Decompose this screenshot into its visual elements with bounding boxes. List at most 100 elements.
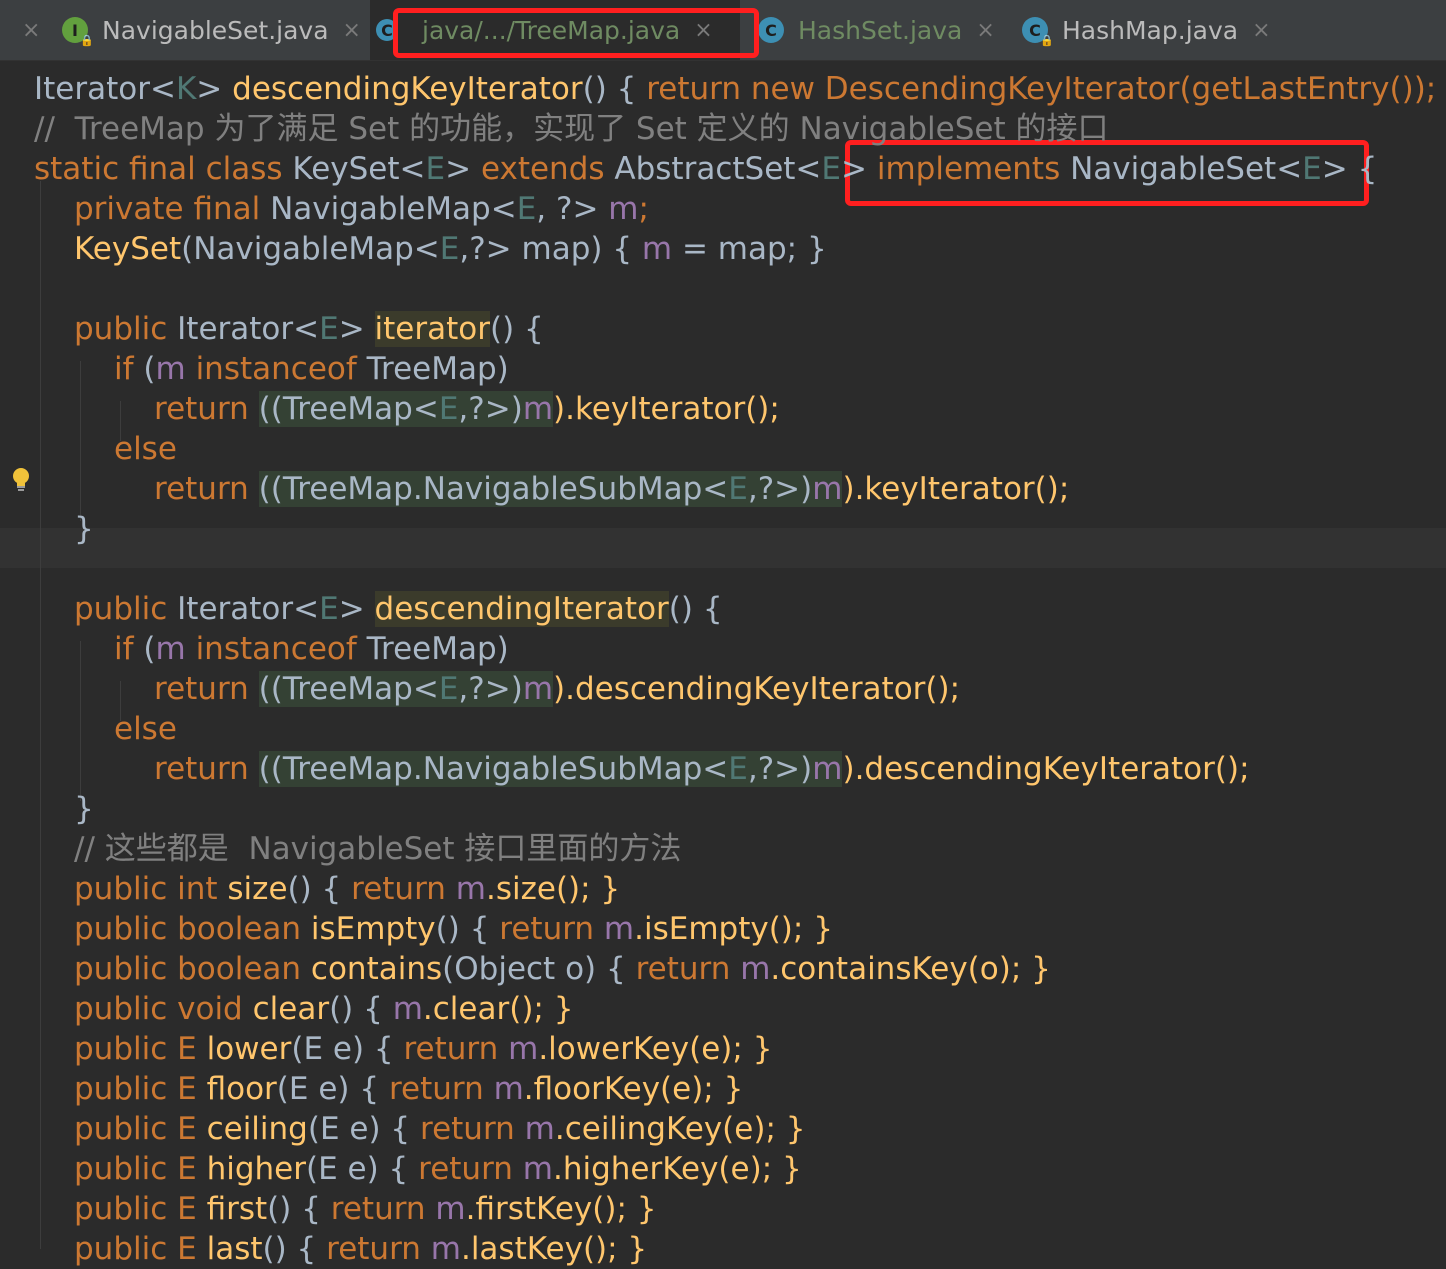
indent-guide [40,181,41,1249]
class-icon-letter: C [381,20,393,40]
tab-label: HashMap.java [1062,15,1239,45]
code-token: if [114,631,144,667]
code-token: .ceilingKey(e); } [554,1111,806,1147]
code-token: return [154,471,259,507]
code-token: .higherKey(e); } [552,1151,802,1187]
code-token: AbstractSet< [614,151,822,187]
code-token: E [1302,151,1322,187]
code-line: static final class KeySet<E> extends Abs… [34,149,1377,189]
code-token: m [524,1111,555,1147]
code-token: ceiling [206,1111,308,1147]
code-token: descendingIterator [374,591,669,627]
code-token: ((TreeMap.NavigableSubMap< [258,471,729,507]
code-line: public void clear() { m.clear(); } [74,989,573,1029]
code-line: public Iterator<E> descendingIterator() … [74,589,723,629]
code-line: public E first() { return m.firstKey(); … [74,1189,656,1229]
code-line: public boolean isEmpty() { return m.isEm… [74,909,833,949]
code-line: public E lower(E e) { return m.lowerKey(… [74,1029,772,1069]
code-token: public [74,311,178,347]
code-token: m [812,751,843,787]
code-token: E [439,231,460,267]
code-token: Iterator< [177,591,320,627]
code-token: return new DescendingKeyIterator(getLast… [646,71,1437,107]
code-token: public boolean [74,911,311,947]
code-token: .clear(); } [422,991,574,1027]
code-token: ,?>) [747,471,813,507]
code-token: TreeMap) [366,351,509,387]
code-token: descendingKeyIterator [232,71,583,107]
current-line-highlight [0,528,1446,568]
class-icon: C 🔒 [1022,17,1054,47]
code-token: private final [74,191,271,227]
code-token: return [326,1231,431,1267]
code-token: m [455,871,486,907]
code-line: } [74,511,94,547]
tab-hashmap[interactable]: C 🔒 HashMap.java × [1022,0,1282,60]
code-token: return [388,1071,494,1107]
code-token: Iterator< [177,311,320,347]
code-line: public int size() { return m.size(); } [74,869,620,909]
close-icon[interactable]: × [1252,18,1270,43]
code-token: .containsKey(o); } [770,951,1051,987]
lock-icon: 🔒 [1040,34,1054,47]
code-token: (Object o) { [442,951,636,987]
code-token: > [338,591,375,627]
code-token: (E e) { [276,1071,389,1107]
tab-close-partial[interactable]: × [8,0,40,60]
code-token: public [74,591,178,627]
code-token: K [175,71,197,107]
code-line: public E higher(E e) { return m.higherKe… [74,1149,802,1189]
code-token: implements [876,151,1071,187]
code-token: () { [329,991,393,1027]
code-token: ( [143,351,156,387]
tab-label: HashSet.java [798,15,963,45]
code-line: } [74,791,94,827]
interface-icon-letter: I [72,20,78,40]
code-token: E [319,591,339,627]
code-token: E [425,151,446,187]
code-token: ((TreeMap.NavigableSubMap< [258,751,729,787]
code-token: = map; } [672,231,827,267]
code-token: return [499,911,604,947]
class-icon-letter: C [1029,20,1041,40]
code-token: E [821,151,841,187]
class-icon-letter: C [765,20,777,40]
code-token: .size(); } [485,871,621,907]
code-line: public E last() { return m.lastKey(); } [74,1229,647,1269]
code-token: public boolean [74,951,311,987]
code-token: m [493,1071,524,1107]
code-token: > [338,311,375,347]
editor-tab-bar: × I 🔒 NavigableSet.java × C java/.../Tree… [0,0,1446,61]
code-token: return [635,951,741,987]
code-token: return [154,391,259,427]
indent-guide [80,361,81,521]
code-token: static final class [34,151,293,187]
close-icon[interactable]: × [976,18,994,43]
code-token: m [740,951,771,987]
code-line: private final NavigableMap<E, ?> m; [74,189,649,229]
tab-treemap[interactable]: C java/.../TreeMap.java × [370,0,740,60]
close-icon[interactable]: × [22,18,40,43]
lightbulb-icon[interactable] [10,467,32,493]
code-token: Iterator< [34,71,176,107]
code-line: return ((TreeMap<E,?>)m).keyIterator(); [154,389,780,429]
code-token: () { [287,871,352,907]
close-icon[interactable]: × [343,18,361,43]
code-editor[interactable]: Iterator<K> descendingKeyIterator() { re… [0,61,1446,1267]
code-token: return [154,751,259,787]
code-token: public void [74,991,253,1027]
code-token: > [841,151,877,187]
tab-hashset[interactable]: C HashSet.java × [758,0,1008,60]
code-token: return [330,1191,436,1227]
code-line: if (m instanceof TreeMap) [114,629,509,669]
close-icon[interactable]: × [694,18,712,43]
code-token: ).descendingKeyIterator(); [553,671,961,707]
code-token: NavigableSet< [1070,151,1303,187]
code-line: KeySet(NavigableMap<E,?> map) { m = map;… [74,229,827,269]
code-line: else [114,711,177,747]
tab-navigableset[interactable]: I 🔒 NavigableSet.java × [62,0,362,60]
code-token: last [206,1231,263,1267]
code-token: TreeMap) [366,631,509,667]
code-line: public E ceiling(E e) { return m.ceiling… [74,1109,805,1149]
code-token: E [728,751,748,787]
